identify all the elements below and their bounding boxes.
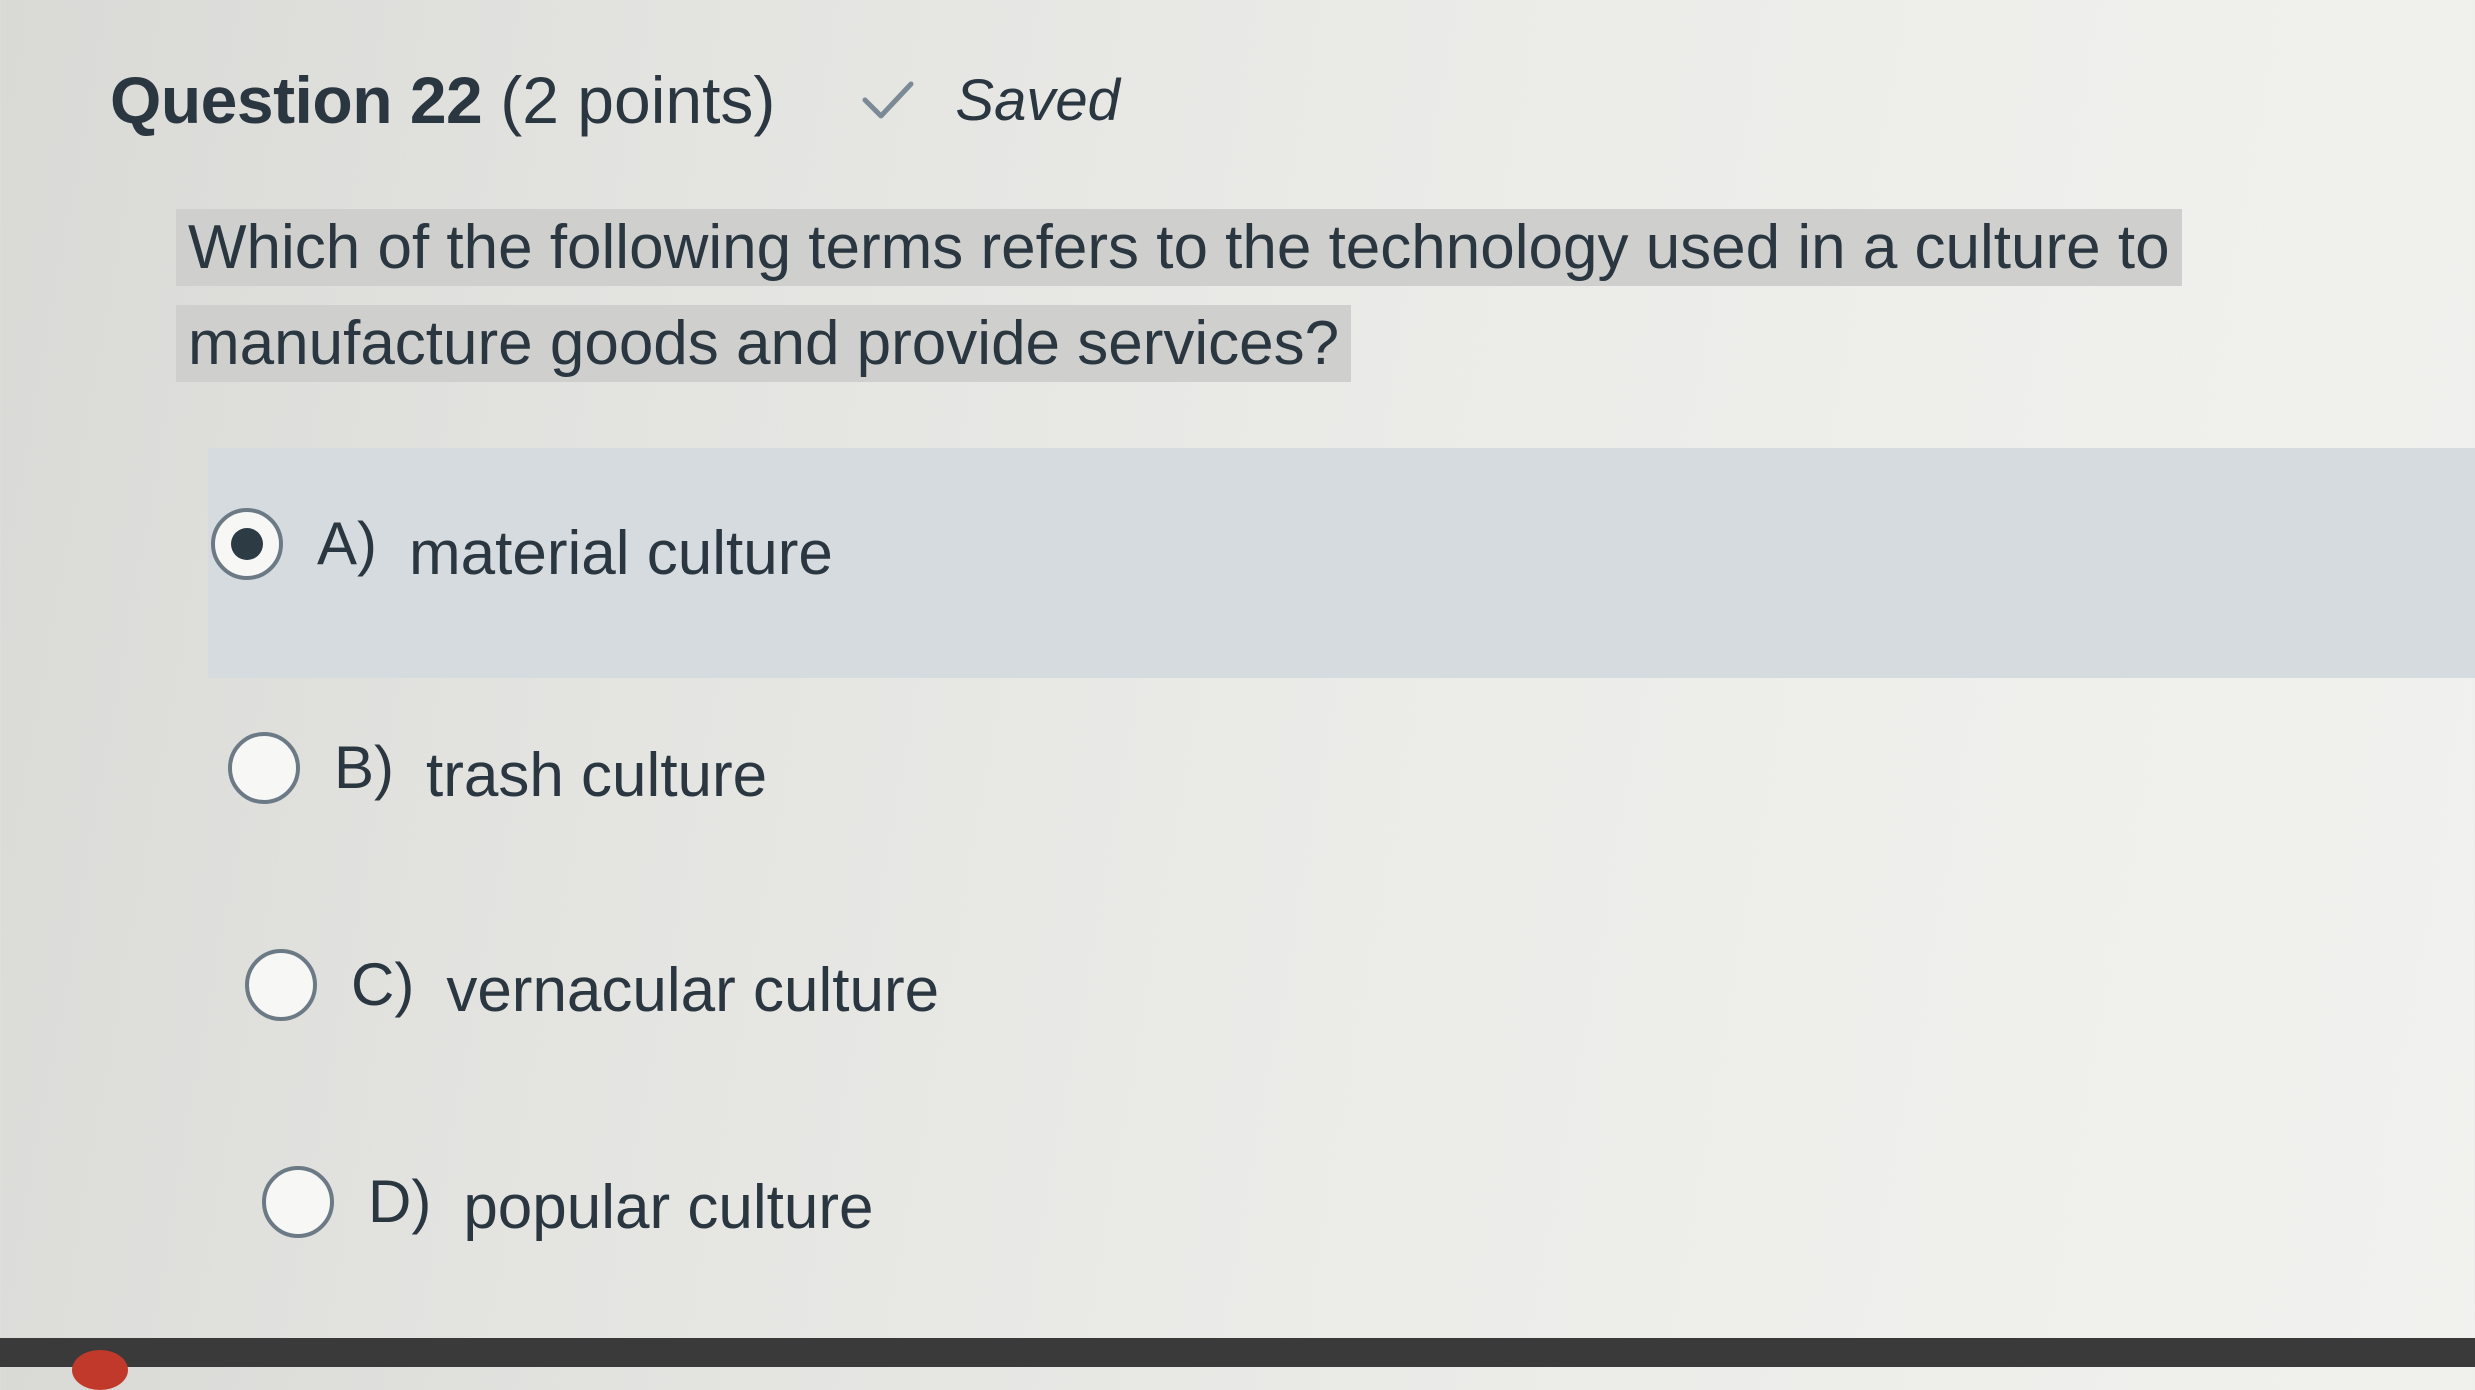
question-title: Question 22: [110, 63, 483, 137]
radio-option-c[interactable]: [245, 948, 317, 1021]
option-b[interactable]: B) trash culture: [228, 724, 767, 811]
screen-bottom-bezel: [0, 1338, 2475, 1367]
option-a[interactable]: A) material culture: [208, 448, 2475, 678]
option-label: material culture: [409, 519, 833, 588]
option-label: vernacular culture: [446, 956, 940, 1025]
question-header: Question 22 (2 points) Saved: [110, 62, 1120, 138]
question-points: (2 points): [500, 63, 776, 137]
option-label: popular culture: [463, 1173, 874, 1242]
radio-option-d[interactable]: [262, 1165, 334, 1238]
option-letter: B): [334, 734, 394, 801]
option-label: trash culture: [426, 741, 768, 810]
saved-label: Saved: [955, 67, 1120, 133]
question-text: Which of the following terms refers to t…: [176, 209, 2182, 382]
radio-option-b[interactable]: [228, 731, 300, 804]
taskbar-icon: [72, 1350, 128, 1390]
check-icon: [862, 81, 914, 119]
radio-option-a[interactable]: [211, 507, 283, 580]
option-c[interactable]: C) vernacular culture: [245, 943, 939, 1026]
question-text-block: Which of the following terms refers to t…: [176, 200, 2296, 392]
option-letter: D): [368, 1168, 432, 1235]
saved-status: Saved: [861, 67, 1120, 134]
option-letter: A): [317, 510, 377, 577]
option-d[interactable]: D) popular culture: [262, 1160, 873, 1243]
option-letter: C): [351, 951, 415, 1018]
quiz-page: Question 22 (2 points) Saved Which of th…: [0, 0, 2475, 1340]
